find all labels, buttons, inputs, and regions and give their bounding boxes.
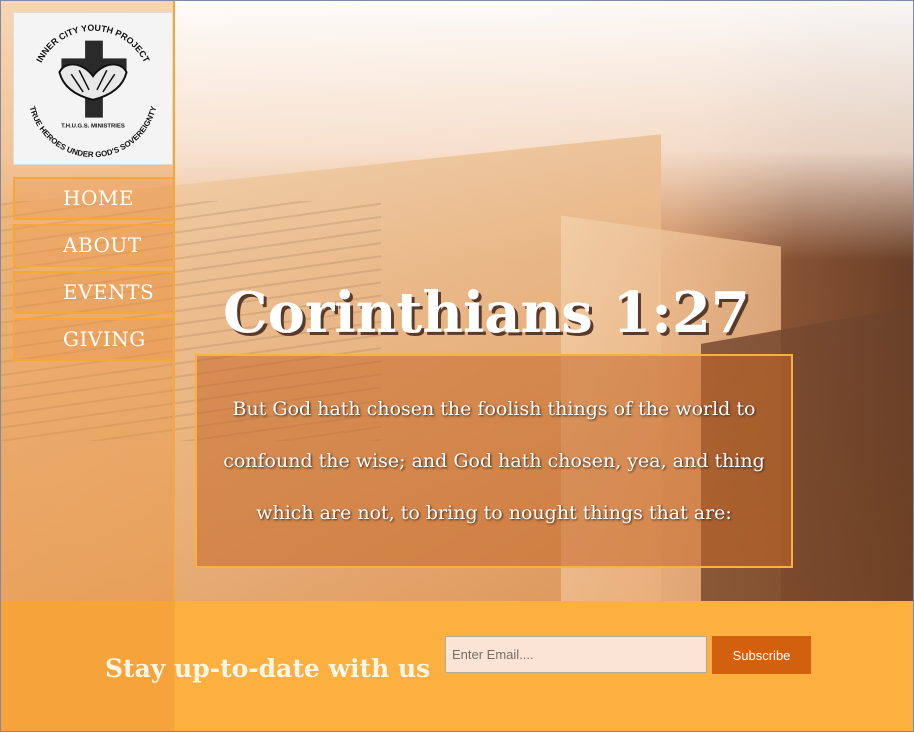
- sidebar: INNER CITY YOUTH PROJECT TRUE HEROES UND…: [1, 1, 175, 731]
- nav-item-events[interactable]: EVENTS: [13, 271, 175, 314]
- nav-item-home[interactable]: HOME: [13, 177, 175, 220]
- site-logo[interactable]: INNER CITY YOUTH PROJECT TRUE HEROES UND…: [13, 12, 173, 165]
- main-nav: HOME ABOUT EVENTS GIVING: [13, 177, 175, 365]
- verse-text: But God hath chosen the foolish things o…: [223, 398, 765, 524]
- logo-emblem: INNER CITY YOUTH PROJECT TRUE HEROES UND…: [28, 23, 159, 159]
- newsletter-title: Stay up-to-date with us: [105, 654, 431, 683]
- nav-item-giving[interactable]: GIVING: [13, 318, 175, 361]
- hero-heading: Corinthians 1:27: [223, 279, 750, 346]
- page: INNER CITY YOUTH PROJECT TRUE HEROES UND…: [0, 0, 914, 732]
- email-field[interactable]: [445, 636, 707, 673]
- verse-box: But God hath chosen the foolish things o…: [195, 354, 793, 568]
- logo-middle-text: T.H.U.G.S. MINISTRIES: [61, 123, 125, 129]
- subscribe-button[interactable]: Subscribe: [712, 636, 811, 674]
- nav-item-about[interactable]: ABOUT: [13, 224, 175, 267]
